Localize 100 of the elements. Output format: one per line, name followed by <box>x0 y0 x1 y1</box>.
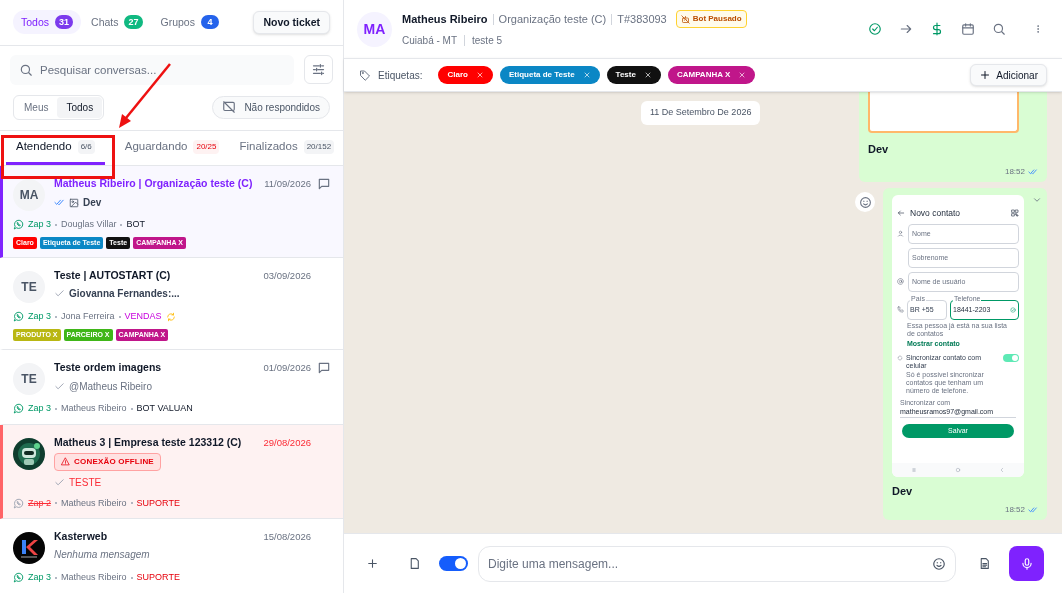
unanswered-button[interactable]: Não respondidos <box>212 95 330 119</box>
contact-name: Matheus Ribeiro <box>402 11 488 27</box>
plus-icon[interactable] <box>365 557 379 570</box>
ticket-row[interactable]: Matheus 3 | Empresa teste 123312 (C) 29/08/2026 CONEXÃO OFFLINE TESTE Zap 2 Matheus Ribeiro SUPORTE <box>0 424 343 520</box>
date-chip: 11 De Setembro De 2026 <box>641 101 761 125</box>
contact-avatar: MA <box>357 11 392 47</box>
channel-name: Zap 3 <box>28 310 51 324</box>
message-preview: Giovanna Fernandes:... <box>69 287 180 302</box>
filter-tab[interactable]: Todos 31 <box>13 10 82 35</box>
whatsapp-icon <box>13 403 24 415</box>
warning-icon <box>61 457 70 467</box>
avatar: MA <box>13 179 45 212</box>
calendar-icon[interactable] <box>961 22 975 36</box>
transfer-icon[interactable] <box>899 22 913 36</box>
plus-icon <box>979 69 992 81</box>
bot-off-icon <box>680 14 690 24</box>
avatar: TE <box>13 271 45 304</box>
whatsapp-icon <box>13 497 24 509</box>
new-ticket-button[interactable]: Novo ticket <box>253 10 330 34</box>
search-icon[interactable] <box>992 22 1006 36</box>
mic-icon <box>1019 556 1034 571</box>
queue-name: VENDAS <box>124 310 162 324</box>
tag-chip: Etiqueta de Teste <box>499 66 600 84</box>
message-preview: Nenhuma mensagem <box>54 548 150 563</box>
message-time: 18:52 <box>1004 165 1025 178</box>
resolve-icon[interactable] <box>868 22 882 36</box>
agent-name: Matheus Ribeiro <box>61 402 127 416</box>
tag-chip: Claro <box>438 66 493 84</box>
count-badge: 6/6 <box>77 139 95 154</box>
tag-chip: Teste <box>606 66 661 84</box>
mic-button[interactable] <box>1009 546 1044 581</box>
ticket-title: Matheus 3 | Empresa teste 123312 (C) <box>54 435 243 449</box>
connection-name: teste 5 <box>472 34 503 48</box>
channel-name: Zap 3 <box>28 571 51 585</box>
comment-icon[interactable] <box>317 361 331 376</box>
agent-name: Matheus Ribeiro <box>61 571 127 585</box>
phone-icon <box>897 306 904 314</box>
check-circle-icon <box>1010 306 1016 313</box>
message-time: 18:52 <box>1004 503 1025 516</box>
ticket-title: Kasterweb <box>54 530 109 544</box>
scope-option[interactable]: Todos <box>57 96 103 118</box>
home-icon <box>955 467 961 473</box>
count-badge: 20/152 <box>303 139 335 154</box>
recent-apps-icon <box>911 467 917 473</box>
filter-tab[interactable]: Chats 27 <box>83 10 151 35</box>
filter-button[interactable] <box>304 55 333 85</box>
offline-badge: CONEXÃO OFFLINE <box>54 452 161 471</box>
emoji-icon[interactable] <box>932 556 946 571</box>
whatsapp-icon <box>13 219 24 231</box>
message-preview: TESTE <box>69 475 102 490</box>
count-badge: 31 <box>55 15 74 30</box>
scope-option[interactable]: Meus <box>15 96 58 118</box>
queue-name: SUPORTE <box>136 496 180 510</box>
remove-icon[interactable] <box>643 71 652 79</box>
agent-name: Jona Ferreira <box>61 310 115 324</box>
ticket-date: 11/09/2026 <box>264 177 311 191</box>
status-tab[interactable]: Aguardando 20/25 <box>118 130 226 166</box>
message-preview: @Matheus Ribeiro <box>69 380 152 395</box>
add-tag-button[interactable]: Adicionar <box>970 64 1047 86</box>
queue-name: BOT <box>126 218 145 232</box>
status-tab[interactable]: Atendendo 6/6 <box>6 130 105 166</box>
back-icon <box>999 467 1005 473</box>
status-tab[interactable]: Finalizados 20/152 <box>233 130 341 166</box>
ticket-row[interactable]: Kasterweb 15/08/2026 Nenhuma mensagem Zap 3 Matheus Ribeiro SUPORTE <box>0 519 343 593</box>
queue-name: BOT VALUAN <box>136 402 193 416</box>
ticket-title: Teste | AUTOSTART (C) <box>54 269 172 283</box>
tag-chip: CAMPANHA X <box>667 66 756 84</box>
ticket-date: 15/08/2026 <box>263 530 311 544</box>
message-off-icon <box>222 100 237 115</box>
person-icon <box>897 230 904 238</box>
whatsapp-icon <box>13 311 24 323</box>
count-badge: 4 <box>200 15 219 30</box>
react-button[interactable] <box>855 192 875 212</box>
message-input[interactable]: Digite uma mensagem... <box>478 545 956 582</box>
toggle-switch[interactable] <box>439 556 468 571</box>
qr-icon <box>1011 209 1019 218</box>
ticket-number: T#383093 <box>617 11 667 27</box>
ticket-title: Matheus Ribeiro | Organização teste (C) <box>54 177 254 191</box>
ticket-title: Teste ordem imagens <box>54 361 163 375</box>
screen-title: Novo contato <box>910 207 961 220</box>
bot-paused-badge: Bot Pausado <box>675 10 747 28</box>
organization-name: Organização teste (C) <box>498 11 607 27</box>
sliders-icon <box>311 62 326 78</box>
filter-tab[interactable]: Grupos 4 <box>152 10 227 35</box>
whatsapp-icon <box>13 572 24 584</box>
dollar-icon[interactable] <box>930 22 944 36</box>
message-preview: Dev <box>83 196 102 211</box>
message-caption: Dev <box>868 142 890 157</box>
ticket-date: 29/08/2026 <box>263 435 311 449</box>
smile-icon <box>858 195 872 209</box>
comment-icon[interactable] <box>317 177 331 192</box>
channel-name: Zap 3 <box>28 218 51 232</box>
ticket-row[interactable]: TE Teste ordem imagens 01/09/2026 @Matheus Ribeiro Zap 3 Matheus Ribeiro BOT VALUAN <box>0 350 343 425</box>
agent-name: Douglas Villar <box>61 218 117 232</box>
count-badge: 20/25 <box>193 139 220 154</box>
at-icon <box>897 278 904 286</box>
count-badge: 27 <box>124 15 143 30</box>
search-field[interactable]: Pesquisar conversas... <box>10 54 294 85</box>
channel-name: Zap 3 <box>28 402 51 416</box>
agent-name: Matheus Ribeiro <box>61 496 127 510</box>
